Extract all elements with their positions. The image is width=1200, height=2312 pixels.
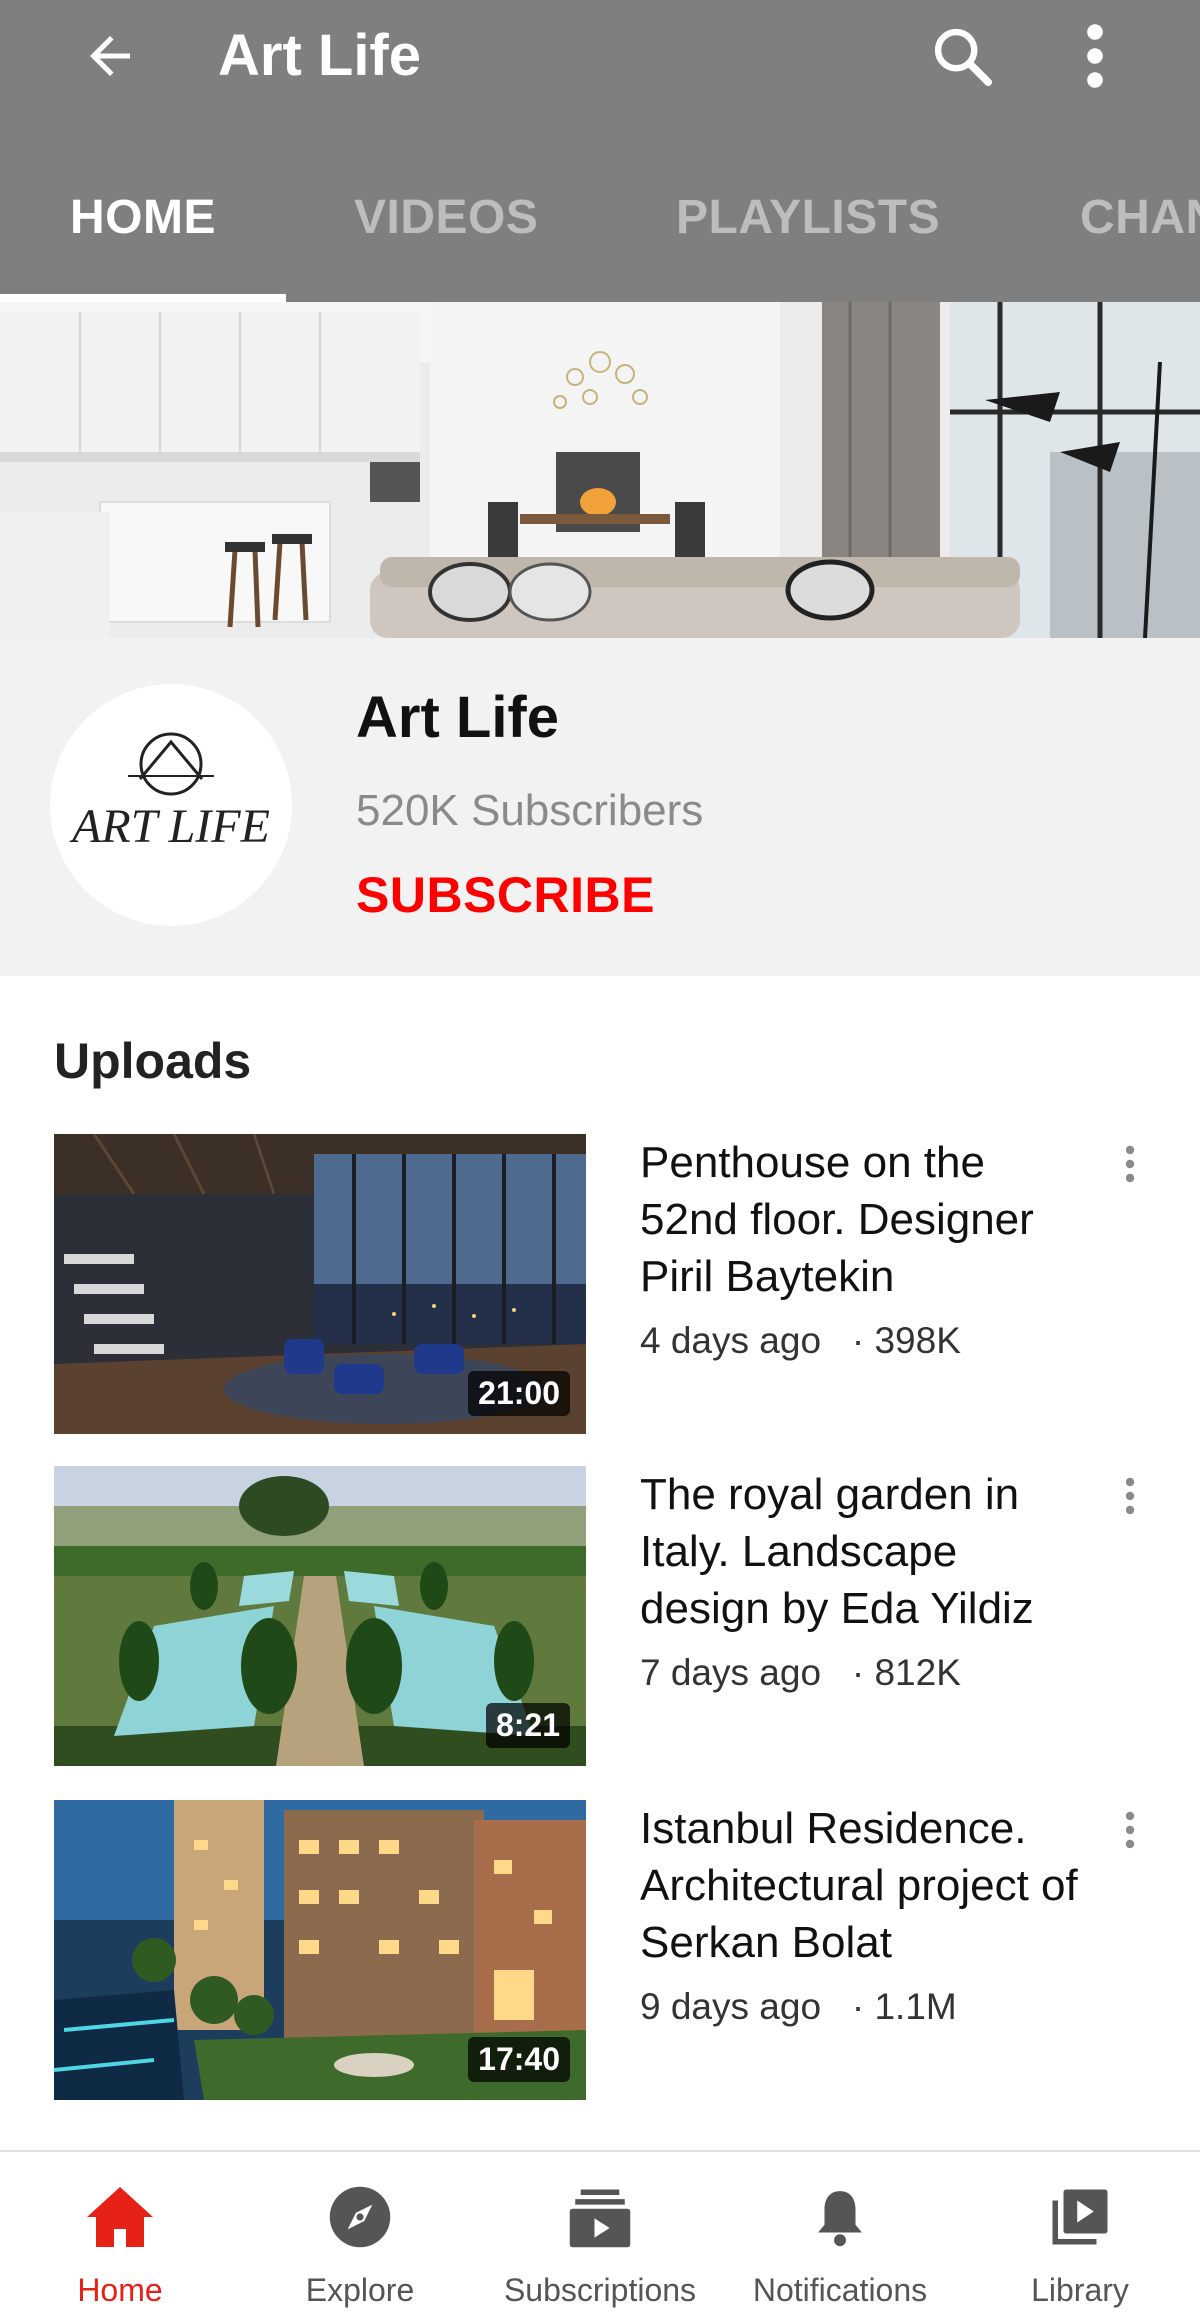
nav-explore[interactable]: Explore xyxy=(240,2152,480,2312)
video-duration: 21:00 xyxy=(468,1371,570,1416)
tab-videos[interactable]: VIDEOS xyxy=(354,190,538,245)
nav-notifications[interactable]: Notifications xyxy=(720,2152,960,2312)
video-meta: 4 days ago · 398K xyxy=(640,1320,961,1362)
uploads-heading: Uploads xyxy=(54,1033,252,1089)
video-views: · 398K xyxy=(851,1320,961,1361)
nav-subscriptions[interactable]: Subscriptions xyxy=(480,2152,720,2312)
video-duration: 8:21 xyxy=(485,1703,570,1748)
app-bar-row: Art Life xyxy=(0,0,1200,112)
more-vertical-icon xyxy=(1125,1145,1135,1183)
channel-avatar[interactable]: ART LIFE xyxy=(50,684,292,926)
tab-playlists[interactable]: PLAYLISTS xyxy=(676,190,940,245)
video-title[interactable]: Penthouse on the 52nd floor. Designer Pi… xyxy=(640,1134,1080,1305)
video-views: · 1.1M xyxy=(851,1986,957,2027)
nav-home[interactable]: Home xyxy=(0,2152,240,2312)
channel-name: Art Life xyxy=(356,685,559,750)
more-vertical-icon xyxy=(1125,1811,1135,1849)
video-thumbnail[interactable]: 8:21 xyxy=(54,1466,586,1766)
art-life-logo: ART LIFE xyxy=(69,732,270,853)
bottom-navigation: Home Explore Subscriptions Notifications… xyxy=(0,2150,1200,2312)
video-title[interactable]: The royal garden in Italy. Landscape des… xyxy=(640,1466,1080,1637)
channel-tabs: HOME VIDEOS PLAYLISTS CHANNELS xyxy=(0,170,1200,302)
nav-label: Explore xyxy=(305,2272,415,2308)
video-age: 7 days ago xyxy=(640,1652,822,1693)
tab-home[interactable]: HOME xyxy=(70,190,216,245)
nav-icon-wrap xyxy=(0,2182,240,2252)
video-thumbnail[interactable]: 17:40 xyxy=(54,1800,586,2100)
video-item[interactable]: 8:21 The royal garden in Italy. Landscap… xyxy=(0,1466,1200,1766)
video-age: 4 days ago xyxy=(640,1320,822,1361)
search-button[interactable] xyxy=(920,14,1004,98)
arrow-left-icon xyxy=(90,36,130,76)
nav-label: Notifications xyxy=(752,2272,928,2308)
subscriber-count: 520K Subscribers xyxy=(356,786,704,835)
more-vertical-icon xyxy=(1125,1477,1135,1515)
banner-image xyxy=(0,302,1200,638)
nav-icon-wrap xyxy=(480,2182,720,2252)
back-button[interactable] xyxy=(70,16,150,96)
video-options-button[interactable] xyxy=(1110,1134,1150,1194)
nav-icon-wrap xyxy=(720,2182,960,2252)
more-vertical-icon xyxy=(1087,24,1103,88)
video-title[interactable]: Istanbul Residence. Architectural projec… xyxy=(640,1800,1080,1971)
video-meta: 9 days ago · 1.1M xyxy=(640,1986,957,2028)
video-options-button[interactable] xyxy=(1110,1800,1150,1860)
nav-icon-wrap xyxy=(240,2182,480,2252)
video-item[interactable]: 21:00 Penthouse on the 52nd floor. Desig… xyxy=(0,1134,1200,1434)
video-meta: 7 days ago · 812K xyxy=(640,1652,961,1694)
channel-banner xyxy=(0,302,1200,638)
app-title: Art Life xyxy=(218,23,421,88)
video-options-button[interactable] xyxy=(1110,1466,1150,1526)
video-age: 9 days ago xyxy=(640,1986,822,2027)
more-options-button[interactable] xyxy=(1060,14,1130,98)
subscribe-button[interactable]: SUBSCRIBE xyxy=(356,866,655,924)
compass-icon xyxy=(329,2186,391,2248)
channel-header: ART LIFE Art Life 520K Subscribers SUBSC… xyxy=(0,638,1200,976)
svg-text:ART LIFE: ART LIFE xyxy=(69,800,270,853)
nav-library[interactable]: Library xyxy=(960,2152,1200,2312)
video-item[interactable]: 17:40 Istanbul Residence. Architectural … xyxy=(0,1800,1200,2100)
bell-icon xyxy=(818,2191,862,2247)
tab-channels[interactable]: CHANNELS xyxy=(1080,190,1200,245)
active-tab-indicator xyxy=(0,294,286,302)
video-views: · 812K xyxy=(851,1652,961,1693)
video-duration: 17:40 xyxy=(468,2037,570,2082)
video-thumbnail[interactable]: 21:00 xyxy=(54,1134,586,1434)
nav-label: Subscriptions xyxy=(503,2272,697,2308)
nav-label: Home xyxy=(77,2272,163,2308)
search-icon xyxy=(934,28,993,87)
app-bar: Art Life HOME VIDEOS PLAYLISTS CHANNELS xyxy=(0,0,1200,302)
home-icon xyxy=(87,2187,153,2247)
nav-label: Library xyxy=(1031,2272,1129,2308)
library-icon xyxy=(1052,2189,1108,2245)
subscriptions-icon xyxy=(569,2189,631,2248)
nav-icon-wrap xyxy=(960,2182,1200,2252)
